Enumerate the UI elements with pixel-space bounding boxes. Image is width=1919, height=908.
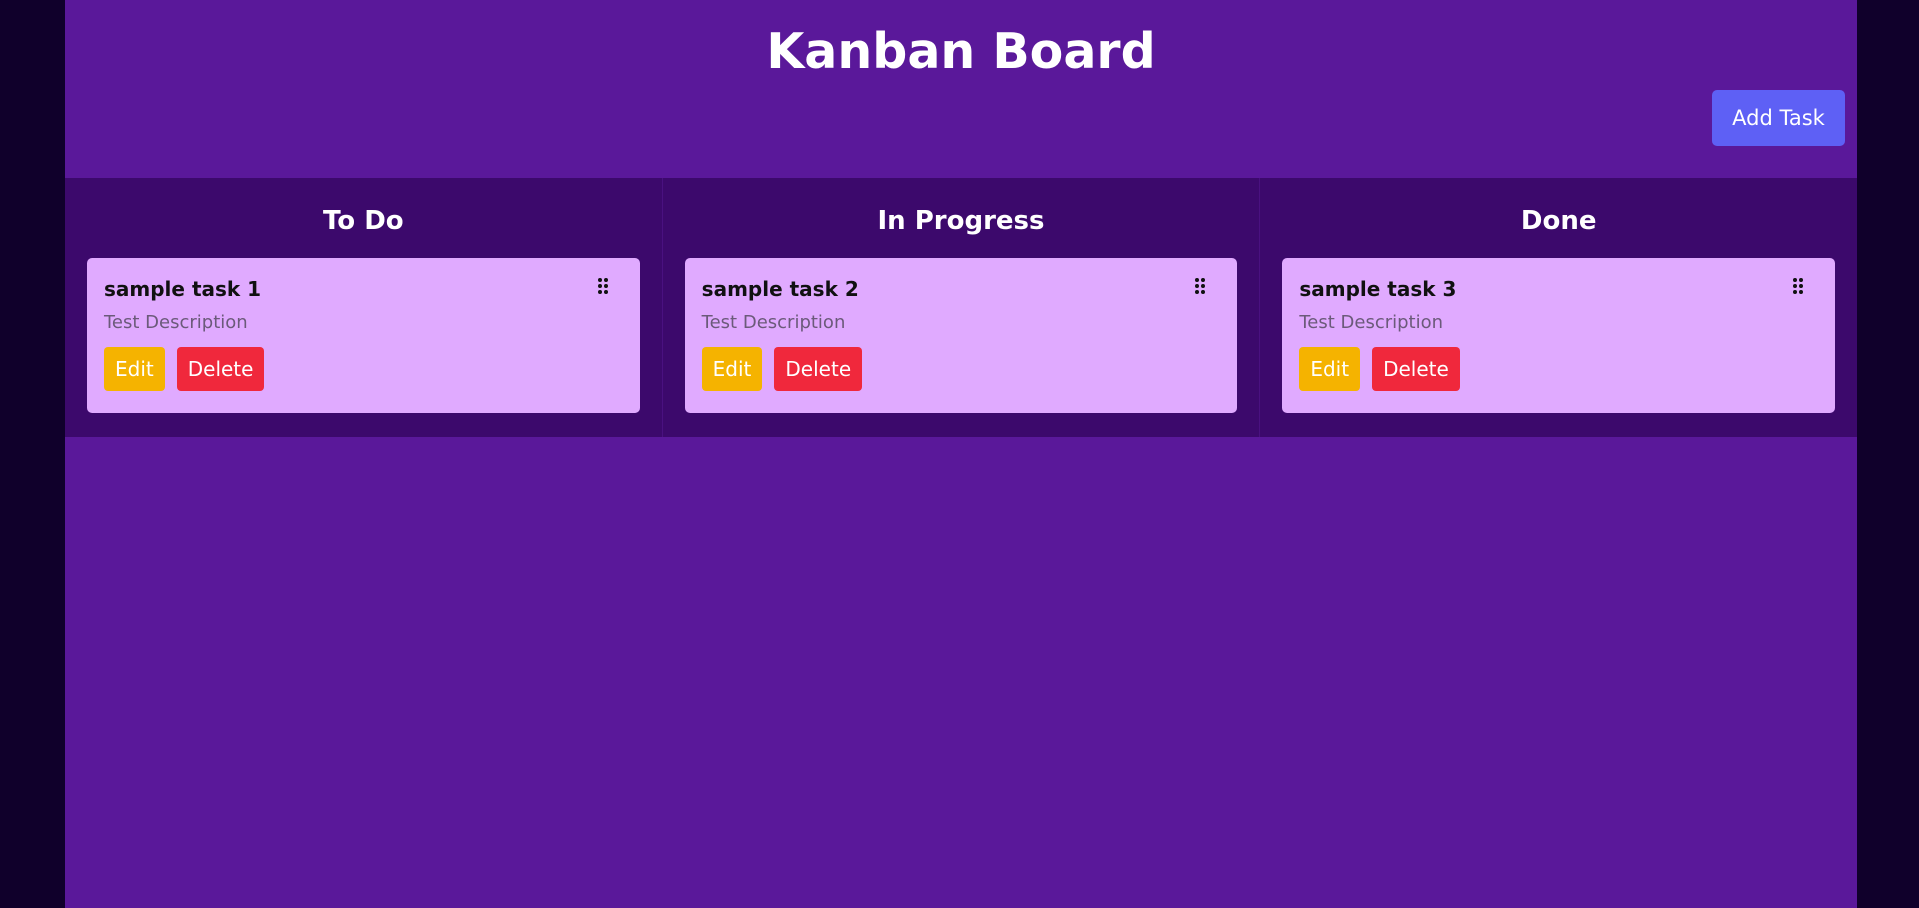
task-description: Test Description xyxy=(701,312,846,333)
delete-button[interactable]: Delete xyxy=(176,347,265,391)
column-title: Done xyxy=(1520,206,1597,236)
column-title: To Do xyxy=(323,206,404,236)
task-actions: Edit Delete xyxy=(701,347,1221,391)
drag-handle-icon[interactable] xyxy=(596,276,610,296)
task-title: sample task 3 xyxy=(1299,277,1457,301)
edit-button[interactable]: Edit xyxy=(104,347,165,391)
task-title: sample task 2 xyxy=(701,277,859,301)
task-card[interactable]: sample task 2 Test Description Edit Dele… xyxy=(684,258,1238,413)
column-done: Done sample task 3 Test Description Edit… xyxy=(1259,178,1858,437)
edit-button[interactable]: Edit xyxy=(701,347,763,391)
edit-button[interactable]: Edit xyxy=(1299,347,1361,391)
task-card[interactable]: sample task 3 Test Description Edit Dele… xyxy=(1282,258,1836,413)
task-description: Test Description xyxy=(1299,312,1444,333)
task-actions: Edit Delete xyxy=(104,347,623,391)
column-in-progress: In Progress sample task 2 Test Descripti… xyxy=(661,178,1260,437)
delete-button[interactable]: Delete xyxy=(774,347,863,391)
kanban-board: To Do sample task 1 Test Description Edi… xyxy=(65,178,1858,437)
task-title: sample task 1 xyxy=(104,277,262,301)
task-description: Test Description xyxy=(104,312,248,333)
add-task-button[interactable]: Add Task xyxy=(1712,90,1845,146)
drag-handle-icon[interactable] xyxy=(1791,276,1805,296)
column-todo: To Do sample task 1 Test Description Edi… xyxy=(65,178,662,437)
column-title: In Progress xyxy=(877,206,1045,236)
task-card[interactable]: sample task 1 Test Description Edit Dele… xyxy=(87,258,640,413)
drag-handle-icon[interactable] xyxy=(1193,276,1207,296)
task-actions: Edit Delete xyxy=(1299,347,1818,391)
delete-button[interactable]: Delete xyxy=(1372,347,1460,391)
page-title: Kanban Board xyxy=(766,23,1156,80)
app-container: Kanban Board Add Task To Do sample task … xyxy=(65,0,1858,908)
